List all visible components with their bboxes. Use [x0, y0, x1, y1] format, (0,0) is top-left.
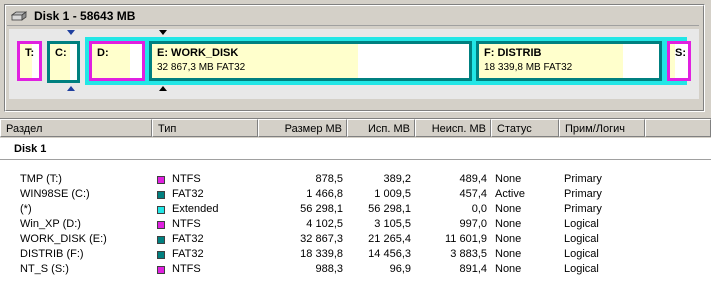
cell-used: 3 105,5: [374, 218, 411, 230]
cell-partition-name: NT_S (S:): [20, 263, 69, 275]
cell-partition-name: WIN98SE (C:): [20, 188, 90, 200]
table-row[interactable]: NT_S (S:) NTFS 988,3 96,9 891,4 None Logical: [0, 262, 711, 277]
type-color-swatch-icon: [157, 266, 165, 274]
cell-used: 14 456,3: [368, 248, 411, 260]
partition-f-info: 18 339,8 MB FAT32: [484, 62, 573, 73]
cell-unused: 891,4: [459, 263, 487, 275]
cell-used: 56 298,1: [368, 203, 411, 215]
cell-size: 32 867,3: [300, 233, 343, 245]
hard-disk-icon: [11, 11, 27, 21]
cell-size: 56 298,1: [300, 203, 343, 215]
column-header-partition[interactable]: Раздел: [0, 119, 152, 137]
partition-c[interactable]: C:: [47, 41, 80, 83]
disk-header[interactable]: Disk 1 - 58643 MB: [7, 7, 699, 26]
cell-primary-logical: Logical: [564, 263, 599, 275]
partition-t-label: T:: [25, 47, 35, 59]
partition-f-label: F: DISTRIB: [484, 47, 542, 59]
type-color-swatch-icon: [157, 251, 165, 259]
table-row[interactable]: (*) Extended 56 298,1 56 298,1 0,0 None Primar…: [0, 202, 711, 217]
cell-status: None: [495, 218, 522, 230]
cell-primary-logical: Logical: [564, 218, 599, 230]
cell-status: None: [495, 203, 522, 215]
partition-bar: T: C: D: E: WORK_DISK 32 867,3 MB FAT32 …: [9, 29, 699, 99]
cell-status: None: [495, 173, 522, 185]
cell-unused: 0,0: [471, 203, 487, 215]
type-color-swatch-icon: [157, 236, 165, 244]
table-row[interactable]: WORK_DISK (E:) FAT32 32 867,3 21 265,4 11 60…: [0, 232, 711, 247]
cell-size: 4 102,5: [306, 218, 343, 230]
cell-partition-name: DISTRIB (F:): [20, 248, 84, 260]
cell-size: 1 466,8: [306, 188, 343, 200]
partition-c-label: C:: [55, 47, 67, 59]
cell-unused: 3 883,5: [450, 248, 487, 260]
cell-primary-logical: Primary: [564, 203, 602, 215]
active-bottom-marker-icon: [67, 86, 75, 91]
partition-t[interactable]: T:: [17, 41, 42, 81]
column-header-filler: [645, 119, 711, 137]
type-color-swatch-icon: [157, 191, 165, 199]
partition-s-label: S:: [675, 47, 686, 59]
cell-partition-name: TMP (T:): [20, 173, 62, 185]
column-header-used[interactable]: Исп. MB: [347, 119, 415, 137]
column-header-status[interactable]: Статус: [491, 119, 559, 137]
partition-e-label: E: WORK_DISK: [157, 47, 239, 59]
cell-used: 1 009,5: [374, 188, 411, 200]
cell-status: Active: [495, 188, 525, 200]
cell-primary-logical: Logical: [564, 248, 599, 260]
cell-unused: 489,4: [459, 173, 487, 185]
table-header: Раздел Тип Размер MB Исп. MB Неисп. MB С…: [0, 119, 711, 138]
partition-d[interactable]: D:: [89, 41, 145, 81]
cell-primary-logical: Primary: [564, 173, 602, 185]
disk-title: Disk 1 - 58643 MB: [34, 9, 136, 23]
cell-type: FAT32: [172, 233, 204, 245]
cell-size: 878,5: [315, 173, 343, 185]
cell-primary-logical: Logical: [564, 233, 599, 245]
cell-status: None: [495, 233, 522, 245]
cell-type: Extended: [172, 203, 219, 215]
column-header-unused[interactable]: Неисп. MB: [415, 119, 491, 137]
cell-type: FAT32: [172, 188, 204, 200]
type-color-swatch-icon: [157, 176, 165, 184]
cell-size: 988,3: [315, 263, 343, 275]
disk-group-title: Disk 1: [14, 143, 47, 155]
table-row[interactable]: Win_XP (D:) NTFS 4 102,5 3 105,5 997,0 None Lo…: [0, 217, 711, 232]
cell-type: NTFS: [172, 218, 201, 230]
cell-used: 21 265,4: [368, 233, 411, 245]
disk-map-panel: Disk 1 - 58643 MB T: C: D: E: WORK_DISK …: [4, 4, 705, 112]
active-top-marker-icon: [67, 30, 75, 35]
cell-status: None: [495, 248, 522, 260]
selection-bottom-marker-icon: [159, 86, 167, 91]
partition-table: Раздел Тип Размер MB Исп. MB Неисп. MB С…: [0, 118, 711, 285]
cell-used: 389,2: [383, 173, 411, 185]
column-header-type[interactable]: Тип: [152, 119, 258, 137]
cell-partition-name: (*): [20, 203, 32, 215]
cell-used: 96,9: [389, 263, 411, 275]
partition-e[interactable]: E: WORK_DISK 32 867,3 MB FAT32: [149, 41, 472, 81]
cell-type: NTFS: [172, 263, 201, 275]
cell-type: NTFS: [172, 173, 201, 185]
partition-d-label: D:: [97, 47, 109, 59]
cell-unused: 457,4: [459, 188, 487, 200]
cell-partition-name: WORK_DISK (E:): [20, 233, 107, 245]
cell-partition-name: Win_XP (D:): [20, 218, 81, 230]
cell-type: FAT32: [172, 248, 204, 260]
cell-primary-logical: Primary: [564, 188, 602, 200]
table-row[interactable]: WIN98SE (C:) FAT32 1 466,8 1 009,5 457,4 Acti…: [0, 187, 711, 202]
partition-s[interactable]: S:: [667, 41, 691, 81]
cell-size: 18 339,8: [300, 248, 343, 260]
partition-f[interactable]: F: DISTRIB 18 339,8 MB FAT32: [476, 41, 662, 81]
cell-unused: 11 601,9: [444, 233, 487, 245]
group-divider: [0, 159, 711, 160]
type-color-swatch-icon: [157, 221, 165, 229]
column-header-size[interactable]: Размер MB: [258, 119, 347, 137]
partition-e-info: 32 867,3 MB FAT32: [157, 62, 246, 73]
table-row[interactable]: TMP (T:) NTFS 878,5 389,2 489,4 None Primary: [0, 172, 711, 187]
cell-status: None: [495, 263, 522, 275]
type-color-swatch-icon: [157, 206, 165, 214]
selection-top-marker-icon: [159, 30, 167, 35]
table-row[interactable]: DISTRIB (F:) FAT32 18 339,8 14 456,3 3 883,5…: [0, 247, 711, 262]
cell-unused: 997,0: [459, 218, 487, 230]
column-header-primary-logical[interactable]: Прим/Логич: [559, 119, 645, 137]
